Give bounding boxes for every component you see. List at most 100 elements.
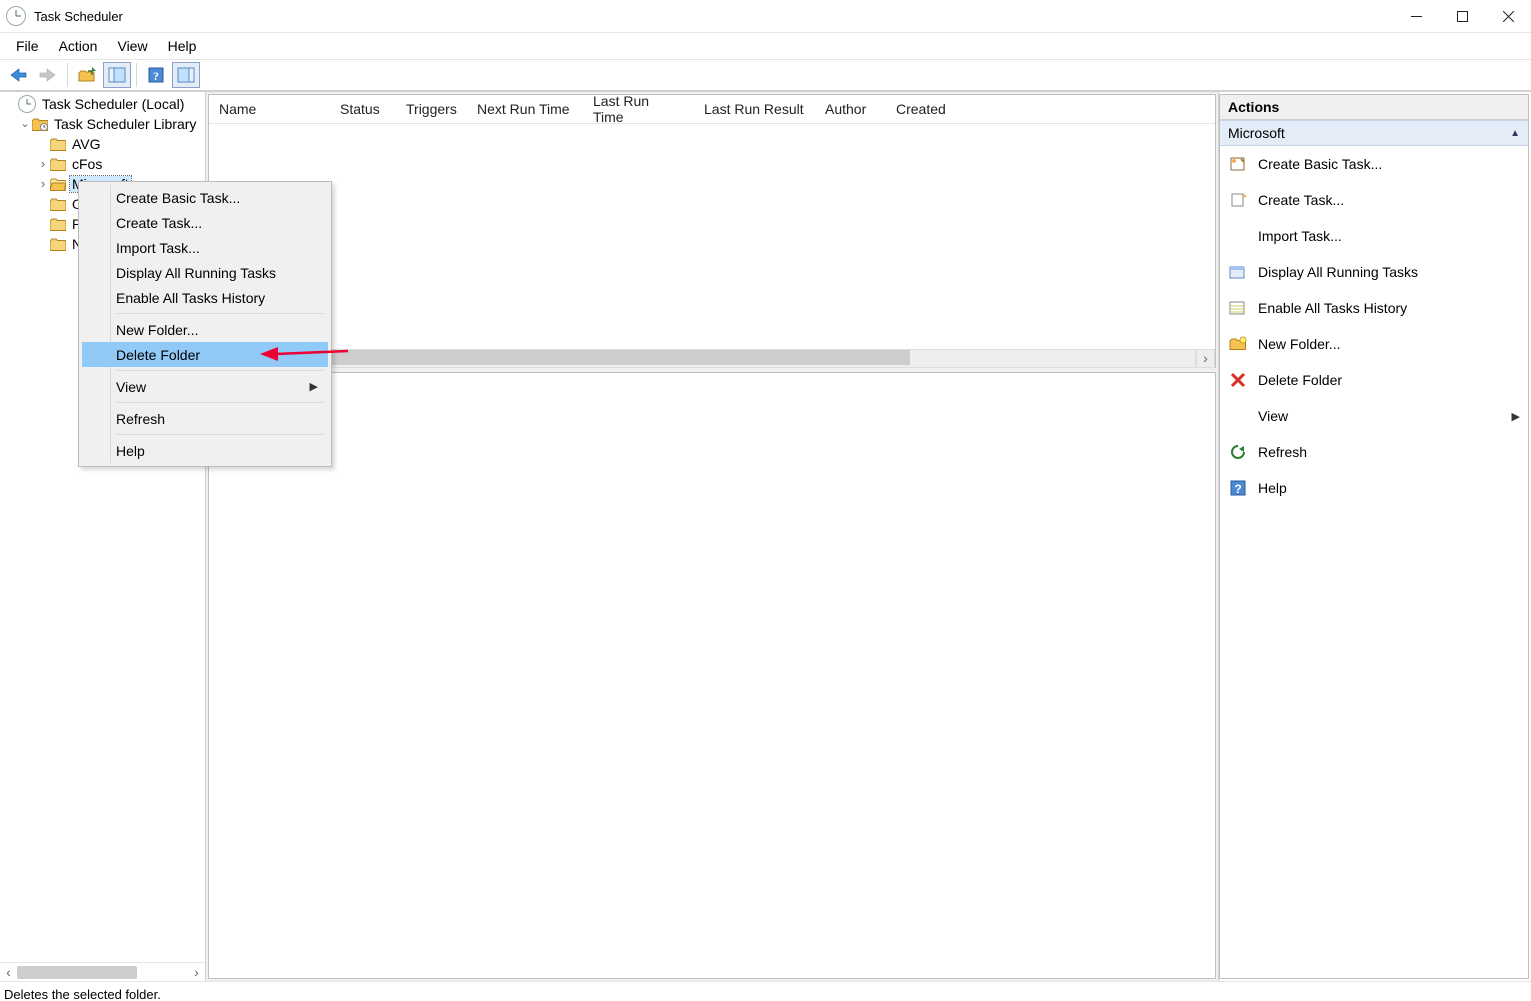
ctx-enable-history[interactable]: Enable All Tasks History: [82, 285, 328, 310]
column-author[interactable]: Author: [815, 101, 886, 117]
back-button[interactable]: [4, 62, 32, 88]
forward-button[interactable]: [34, 62, 62, 88]
action-refresh[interactable]: Refresh: [1220, 434, 1528, 470]
ctx-create-basic-task[interactable]: Create Basic Task...: [82, 185, 328, 210]
ctx-view[interactable]: View ▶: [82, 374, 328, 399]
column-last-run-result[interactable]: Last Run Result: [694, 101, 815, 117]
scroll-track[interactable]: [17, 964, 188, 981]
forward-arrow-icon: [39, 67, 57, 83]
ctx-label: View: [116, 379, 146, 395]
window-title: Task Scheduler: [34, 9, 123, 24]
app-icon: [6, 6, 26, 26]
action-view[interactable]: View ▶: [1220, 398, 1528, 434]
scroll-left-button[interactable]: ‹: [0, 964, 17, 981]
task-list-horizontal-scrollbar[interactable]: ›: [209, 349, 1215, 367]
menubar: File Action View Help: [0, 33, 1531, 60]
help-icon: ?: [147, 67, 165, 83]
tree-library[interactable]: Task Scheduler Library: [0, 114, 205, 134]
action-import-task[interactable]: Import Task...: [1220, 218, 1528, 254]
tree-horizontal-scrollbar[interactable]: ‹ ›: [0, 962, 205, 981]
folder-icon: [50, 158, 66, 171]
ctx-new-folder[interactable]: New Folder...: [82, 317, 328, 342]
show-actions-button[interactable]: [172, 62, 200, 88]
folder-arrow-icon: [78, 67, 96, 83]
tree-folder-label: cFos: [70, 156, 104, 172]
minimize-button[interactable]: [1393, 0, 1439, 32]
context-menu-separator: [116, 370, 324, 371]
task-list-header: Name Status Triggers Next Run Time Last …: [209, 95, 1215, 124]
menu-help[interactable]: Help: [158, 36, 207, 56]
menu-action[interactable]: Action: [49, 36, 108, 56]
action-create-basic-task[interactable]: Create Basic Task...: [1220, 146, 1528, 182]
ctx-label: New Folder...: [116, 322, 198, 338]
expander-icon[interactable]: [18, 118, 32, 131]
refresh-icon: [1228, 443, 1248, 461]
actions-header: Actions: [1220, 95, 1528, 120]
menu-view[interactable]: View: [107, 36, 157, 56]
action-label: New Folder...: [1258, 336, 1340, 352]
ctx-refresh[interactable]: Refresh: [82, 406, 328, 431]
column-triggers[interactable]: Triggers: [396, 101, 467, 117]
action-display-running[interactable]: Display All Running Tasks: [1220, 254, 1528, 290]
ctx-create-task[interactable]: Create Task...: [82, 210, 328, 235]
ctx-label: Create Basic Task...: [116, 190, 240, 206]
blank-icon: [1228, 227, 1248, 245]
tree-folder-cfos[interactable]: cFos: [0, 154, 205, 174]
column-created[interactable]: Created: [886, 101, 967, 117]
help-icon: ?: [1228, 479, 1248, 497]
tree-root[interactable]: Task Scheduler (Local): [0, 94, 205, 114]
maximize-button[interactable]: [1439, 0, 1485, 32]
action-label: Import Task...: [1258, 228, 1342, 244]
blank-icon: [1228, 407, 1248, 425]
actions-pane: Actions Microsoft ▲ Create Basic Task...…: [1219, 94, 1529, 979]
scroll-thumb[interactable]: [17, 966, 137, 979]
actions-section-header[interactable]: Microsoft ▲: [1220, 120, 1528, 146]
column-status[interactable]: Status: [330, 101, 396, 117]
ctx-help[interactable]: Help: [82, 438, 328, 463]
ctx-import-task[interactable]: Import Task...: [82, 235, 328, 260]
ctx-delete-folder[interactable]: Delete Folder: [82, 342, 328, 367]
column-next-run-time[interactable]: Next Run Time: [467, 101, 583, 117]
show-tree-button[interactable]: [103, 62, 131, 88]
action-new-folder[interactable]: New Folder...: [1220, 326, 1528, 362]
action-enable-history[interactable]: Enable All Tasks History: [1220, 290, 1528, 326]
ctx-display-running[interactable]: Display All Running Tasks: [82, 260, 328, 285]
expander-icon[interactable]: [36, 157, 50, 172]
action-label: Create Basic Task...: [1258, 156, 1382, 172]
action-delete-folder[interactable]: Delete Folder: [1220, 362, 1528, 398]
action-create-task[interactable]: Create Task...: [1220, 182, 1528, 218]
task-detail-pane: [208, 372, 1216, 979]
scroll-right-button[interactable]: ›: [1196, 349, 1215, 368]
help-button[interactable]: ?: [142, 62, 170, 88]
wizard-icon: [1228, 155, 1248, 173]
actions-pane-icon: [177, 67, 195, 83]
scroll-right-button[interactable]: ›: [188, 964, 205, 981]
expander-icon[interactable]: [36, 177, 50, 192]
actions-section-label: Microsoft: [1228, 125, 1285, 141]
folder-icon: [50, 138, 66, 151]
menu-file[interactable]: File: [6, 36, 49, 56]
scroll-track[interactable]: [209, 349, 1196, 368]
ctx-label: Create Task...: [116, 215, 202, 231]
column-name[interactable]: Name: [209, 101, 330, 117]
scheduler-icon: [18, 95, 36, 113]
tree-library-label: Task Scheduler Library: [52, 116, 198, 132]
action-label: View: [1258, 408, 1288, 424]
action-help[interactable]: ? Help: [1220, 470, 1528, 506]
back-arrow-icon: [9, 67, 27, 83]
tree-folder-label: AVG: [70, 136, 103, 152]
action-label: Create Task...: [1258, 192, 1344, 208]
up-folder-button[interactable]: [73, 62, 101, 88]
column-last-run-time[interactable]: Last Run Time: [583, 93, 694, 125]
tree-folder-avg[interactable]: AVG: [0, 134, 205, 154]
close-button[interactable]: [1485, 0, 1531, 32]
action-label: Display All Running Tasks: [1258, 264, 1418, 280]
task-list-body[interactable]: [209, 124, 1215, 349]
folder-open-icon: [50, 178, 66, 191]
tree-pane-icon: [108, 67, 126, 83]
ctx-label: Import Task...: [116, 240, 200, 256]
toolbar: ?: [0, 60, 1531, 91]
new-folder-icon: [1228, 335, 1248, 353]
history-icon: [1228, 299, 1248, 317]
context-menu-separator: [116, 434, 324, 435]
